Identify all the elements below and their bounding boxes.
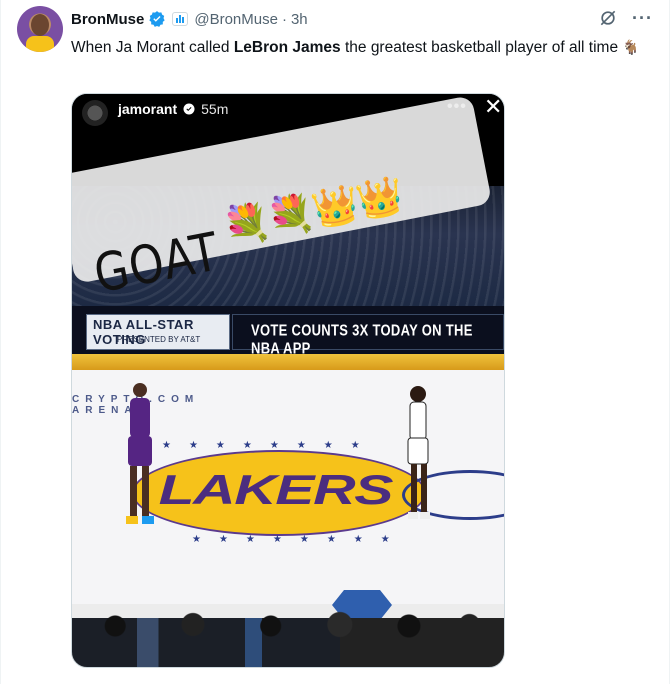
tweet-container[interactable]: BronMuse @BronMuse · 3h ··· When Ja Mora…: [0, 0, 670, 684]
story-username: jamorant: [118, 101, 178, 117]
story-close-icon: ✕: [484, 94, 503, 119]
author-avatar[interactable]: [17, 6, 63, 52]
more-icon[interactable]: ···: [632, 9, 653, 27]
player-lebron: [126, 383, 154, 524]
banner-left-subtitle: PRESENTED BY AT&T: [117, 335, 201, 344]
story-user-row: jamorant 55m: [118, 98, 228, 120]
tweet-header: BronMuse @BronMuse · 3h: [71, 8, 308, 30]
courtside-people: [72, 608, 504, 638]
affiliate-badge-icon: [172, 12, 189, 26]
goat-emoji: 🐐: [622, 39, 640, 55]
tweet-media-image[interactable]: jamorant 55m ••• ✕ NBA ALL-STAR VOTING P…: [71, 93, 505, 668]
court-stars-bottom: ★★★★★★★★: [192, 534, 408, 545]
tweet-text: When Ja Morant called LeBron James the g…: [71, 36, 651, 59]
banner-right-panel: VOTE COUNTS 3X TODAY ON THE NBA APP: [232, 314, 504, 357]
author-handle[interactable]: @BronMuse: [194, 11, 278, 28]
grok-icon[interactable]: [598, 8, 618, 28]
story-avatar: [82, 100, 108, 126]
avatar-head: [31, 14, 49, 36]
author-name[interactable]: BronMuse: [71, 11, 144, 28]
court-edge: [72, 354, 504, 370]
tweet-text-after: the greatest basketball player of all ti…: [340, 39, 623, 56]
story-time: 55m: [201, 101, 229, 117]
header-actions: ···: [598, 8, 653, 28]
banner-right-text: VOTE COUNTS 3X TODAY ON THE NBA APP: [251, 321, 473, 357]
arena-banner: NBA ALL-STAR VOTING PRESENTED BY AT&T VO…: [72, 306, 504, 357]
center-court-word: LAKERS: [158, 466, 394, 513]
tweet-timestamp[interactable]: 3h: [291, 11, 308, 28]
avatar-jersey: [26, 36, 54, 52]
story-verified-icon: [183, 103, 195, 115]
tweet-text-bold: LeBron James: [233, 39, 341, 56]
player-morant: [407, 386, 430, 519]
verified-badge-icon: [149, 11, 165, 27]
separator-dot: ·: [281, 10, 287, 28]
banner-left-panel: NBA ALL-STAR VOTING PRESENTED BY AT&T: [86, 314, 230, 350]
tweet-text-before: When Ja Morant called: [71, 39, 234, 56]
